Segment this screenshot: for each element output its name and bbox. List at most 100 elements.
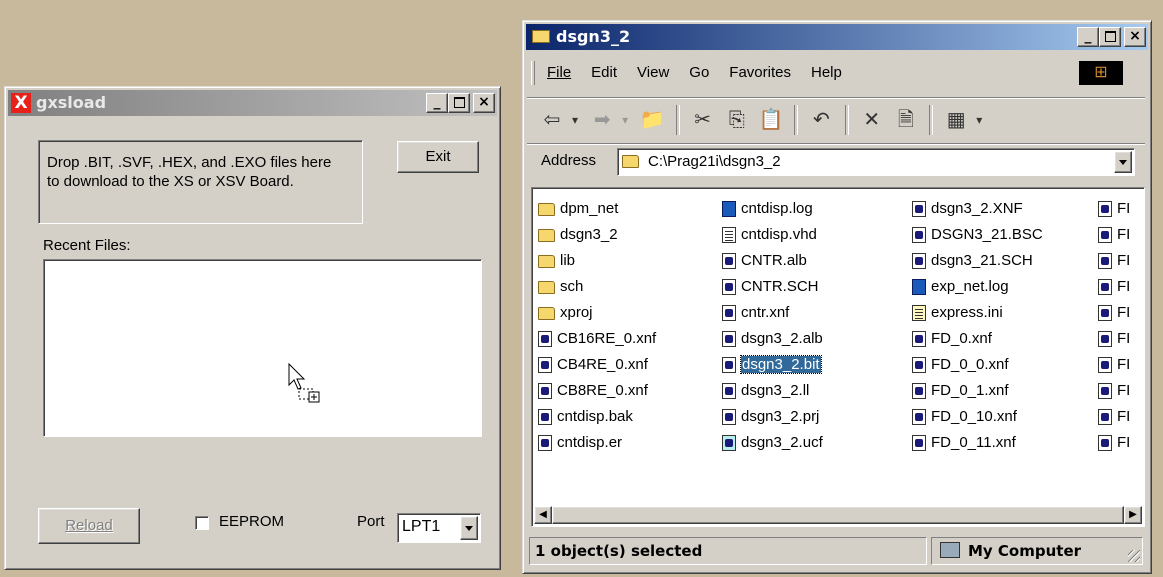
eeprom-label[interactable]: EEPROM [219,513,284,530]
file-item[interactable]: FD_0_1.xnf [912,378,1092,404]
file-icon [1098,279,1112,296]
file-item[interactable]: dsgn3_2.alb [722,326,907,352]
file-name: FD_0_11.xnf [931,434,1016,451]
recent-files-list[interactable] [43,259,482,437]
file-item[interactable]: FD_0_11.xnf [912,430,1092,456]
file-item[interactable]: FI [1098,222,1144,248]
file-item[interactable]: CNTR.alb [722,248,907,274]
file-item[interactable]: FI [1098,326,1144,352]
file-item[interactable]: dsgn3_2 [538,222,718,248]
resize-grip-icon[interactable] [1128,550,1140,562]
file-item[interactable]: FI [1098,274,1144,300]
file-icon [538,383,552,400]
file-list[interactable]: dpm_net dsgn3_2 lib sch xproj CB16RE_0.xnf CB4… [531,187,1145,527]
undo-icon[interactable]: ↶ [806,105,836,135]
explorer-minimize-button[interactable]: _ [1077,27,1099,47]
file-item[interactable]: CNTR.SCH [722,274,907,300]
menu-help[interactable]: Help [811,64,842,81]
address-dropdown-button[interactable] [1114,151,1132,173]
explorer-maximize-button[interactable] [1099,27,1121,47]
file-item[interactable]: FI [1098,378,1144,404]
views-dropdown-icon[interactable]: ▾ [971,105,987,135]
file-item[interactable]: CB4RE_0.xnf [538,352,718,378]
file-item[interactable]: CB16RE_0.xnf [538,326,718,352]
file-item[interactable]: sch [538,274,718,300]
port-dropdown-button[interactable] [460,516,478,540]
file-item[interactable]: FI [1098,352,1144,378]
forward-dropdown-icon[interactable]: ▾ [617,105,633,135]
log-file-icon [912,279,926,296]
views-icon[interactable]: ▦ [941,105,971,135]
status-zone: My Computer [968,542,1082,560]
file-item[interactable]: FI [1098,248,1144,274]
properties-icon[interactable]: 🗎 [891,105,921,135]
file-item[interactable]: xproj [538,300,718,326]
scroll-right-button[interactable]: ▶ [1124,506,1142,524]
gxsload-title-bar[interactable]: X gxsload _ × [8,90,497,116]
file-item[interactable]: cntdisp.log [722,196,907,222]
file-item[interactable]: FD_0_0.xnf [912,352,1092,378]
exit-button[interactable]: Exit [397,141,479,173]
menu-file[interactable]: File [547,64,571,81]
eeprom-checkbox[interactable] [195,516,209,530]
address-field[interactable]: C:\Prag21i\dsgn3_2 [617,148,1135,176]
file-item[interactable]: cntdisp.bak [538,404,718,430]
file-column: cntdisp.log cntdisp.vhd CNTR.alb CNTR.SCH cn… [722,196,907,456]
explorer-close-button[interactable]: × [1124,27,1146,47]
file-item[interactable]: FD_0.xnf [912,326,1092,352]
maximize-icon [453,97,465,108]
port-select[interactable]: LPT1 [397,513,481,543]
paste-icon[interactable]: 📋 [756,105,786,135]
delete-icon[interactable]: ✕ [857,105,887,135]
file-item[interactable]: cntdisp.er [538,430,718,456]
horizontal-scrollbar[interactable]: ◀ ▶ [534,506,1142,524]
address-bar: Address C:\Prag21i\dsgn3_2 [527,143,1145,180]
file-icon [1098,435,1112,452]
file-item[interactable]: FI [1098,430,1144,456]
minimize-icon: _ [433,94,441,110]
file-icon [1098,331,1112,348]
file-item[interactable]: cntr.xnf [722,300,907,326]
file-item[interactable]: dsgn3_21.SCH [912,248,1092,274]
file-name: FI [1117,304,1131,321]
explorer-title-bar[interactable]: dsgn3_2 _ × [526,24,1148,50]
menu-view[interactable]: View [637,64,669,81]
copy-icon[interactable]: ⎘ [722,105,752,135]
file-item[interactable]: express.ini [912,300,1092,326]
file-item[interactable]: dpm_net [538,196,718,222]
menu-go[interactable]: Go [689,64,709,81]
close-button[interactable]: × [473,93,495,113]
minimize-button[interactable]: _ [426,93,448,113]
file-item[interactable]: FD_0_10.xnf [912,404,1092,430]
file-item[interactable]: dsgn3_2.ucf [722,430,907,456]
back-icon[interactable]: ⇦ [537,105,567,135]
scroll-left-button[interactable]: ◀ [534,506,552,524]
maximize-button[interactable] [448,93,470,113]
forward-icon[interactable]: ➡ [587,105,617,135]
file-name: DSGN3_21.BSC [931,226,1043,243]
file-name: dpm_net [560,200,619,217]
reload-button[interactable]: Reload [38,508,140,544]
back-dropdown-icon[interactable]: ▾ [567,105,583,135]
scroll-thumb[interactable] [552,506,1124,524]
grip-icon [531,61,535,86]
ini-file-icon [912,305,926,322]
file-item[interactable]: lib [538,248,718,274]
file-item[interactable]: dsgn3_2.bit [722,352,907,378]
file-item[interactable]: dsgn3_2.prj [722,404,907,430]
file-item[interactable]: FI [1098,404,1144,430]
file-item[interactable]: dsgn3_2.ll [722,378,907,404]
up-folder-icon[interactable]: 📁 [637,105,667,135]
file-item[interactable]: dsgn3_2.XNF [912,196,1092,222]
drop-instructions: Drop .BIT, .SVF, .HEX, and .EXO files he… [47,154,332,190]
cut-icon[interactable]: ✂ [688,105,718,135]
file-item[interactable]: FI [1098,300,1144,326]
menu-edit[interactable]: Edit [591,64,617,81]
menu-favorites[interactable]: Favorites [729,64,791,81]
file-item[interactable]: exp_net.log [912,274,1092,300]
file-item[interactable]: CB8RE_0.xnf [538,378,718,404]
file-icon [538,409,552,426]
file-item[interactable]: cntdisp.vhd [722,222,907,248]
file-item[interactable]: DSGN3_21.BSC [912,222,1092,248]
file-item[interactable]: FI [1098,196,1144,222]
